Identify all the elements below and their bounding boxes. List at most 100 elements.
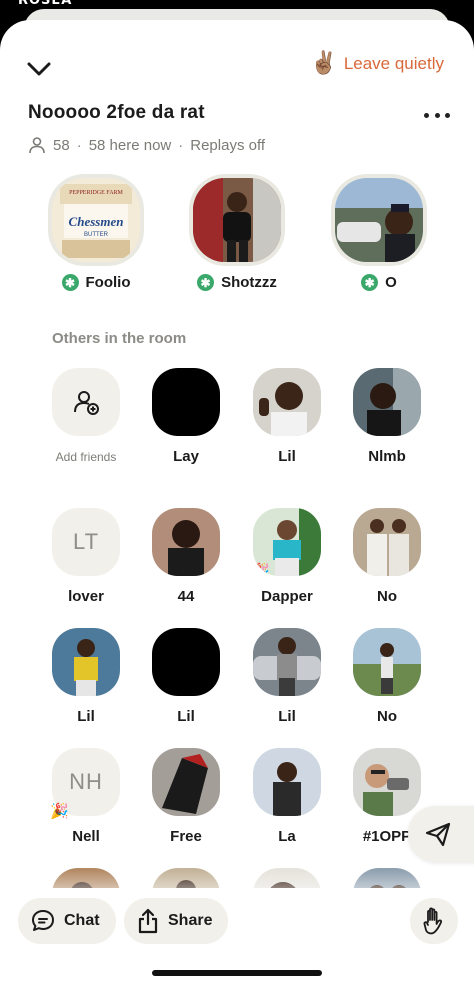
avatar xyxy=(193,178,281,262)
dot xyxy=(445,112,450,118)
member-la[interactable]: La xyxy=(237,748,337,845)
speaker-name-row: ✱ Shotzzz xyxy=(197,274,277,291)
speaker-avatar-ring xyxy=(189,174,285,266)
svg-text:Chessmen: Chessmen xyxy=(69,214,124,229)
chat-button[interactable]: Chat xyxy=(18,898,116,944)
member-44[interactable]: 44 xyxy=(136,508,236,605)
share-icon xyxy=(138,908,158,934)
more-options-button[interactable] xyxy=(424,104,450,126)
room-sheet: ✌🏽 Leave quietly Nooooo 2foe da rat 58 ·… xyxy=(0,20,474,984)
add-person-icon xyxy=(74,391,99,415)
member-name: Add friends xyxy=(55,450,117,464)
member-name: 44 xyxy=(177,588,195,605)
member-name: #1OPP xyxy=(362,828,412,845)
person-icon xyxy=(29,137,45,154)
raise-hand-button[interactable] xyxy=(410,898,458,944)
avatar: NH 🎉 xyxy=(50,748,120,820)
member-lil[interactable]: Lil xyxy=(36,628,136,725)
leave-quietly-label: Leave quietly xyxy=(343,54,444,73)
share-room-button[interactable] xyxy=(408,806,474,862)
home-indicator xyxy=(152,970,322,976)
avatar xyxy=(253,368,321,436)
avatar xyxy=(152,508,220,576)
member-name: No xyxy=(377,588,397,605)
party-popper-icon: 🎉 xyxy=(50,802,69,820)
member-name: Lay xyxy=(173,448,199,465)
member-name: Lil xyxy=(278,448,296,465)
member-no[interactable]: No xyxy=(337,508,437,605)
dot xyxy=(434,112,440,118)
party-popper-icon: 🎉 xyxy=(253,562,270,576)
peace-hand-icon: ✌🏽 xyxy=(310,51,338,76)
speaker-star-icon: ✱ xyxy=(197,274,215,291)
member-nell[interactable]: NH 🎉 Nell xyxy=(36,748,136,845)
member-free[interactable]: Free xyxy=(136,748,236,845)
member-name: Lil xyxy=(77,708,95,725)
member-dapper[interactable]: 🎉 Dapper xyxy=(237,508,337,605)
member-name: Free xyxy=(170,828,202,845)
initials-avatar: LT xyxy=(52,508,120,576)
separator-dot: · xyxy=(76,136,82,154)
speaker-foolio[interactable]: Chessmen BUTTER PEPPERIDGE FARM ✱ Foolio xyxy=(48,174,144,291)
others-in-room-label: Others in the room xyxy=(52,330,187,347)
member-name: Dapper xyxy=(261,588,313,605)
member-name: Nlmb xyxy=(368,448,406,465)
avatar xyxy=(353,628,421,696)
speaker-o[interactable]: ✱ O xyxy=(331,174,427,291)
avatar xyxy=(253,748,321,816)
status-text: ROSEA xyxy=(18,0,73,8)
room-title: Nooooo 2foe da rat xyxy=(28,102,205,123)
collapse-button[interactable] xyxy=(22,56,56,82)
paper-plane-icon xyxy=(425,822,451,847)
speaker-star-icon: ✱ xyxy=(61,274,79,291)
here-now-count: 58 here now xyxy=(88,136,172,154)
raise-hand-icon xyxy=(423,907,443,935)
svg-text:PEPPERIDGE FARM: PEPPERIDGE FARM xyxy=(69,190,123,196)
avatar xyxy=(335,178,423,262)
avatar xyxy=(152,748,220,816)
speaker-name-row: ✱ Foolio xyxy=(61,274,131,291)
avatar xyxy=(353,368,421,436)
avatar: 🎉 xyxy=(253,508,321,576)
chevron-down-icon xyxy=(27,62,51,76)
leave-quietly-button[interactable]: ✌🏽 Leave quietly xyxy=(310,50,444,78)
member-lil[interactable]: Lil xyxy=(237,368,337,465)
avatar xyxy=(253,628,321,696)
dot xyxy=(424,112,429,118)
add-friends-button[interactable]: Add friends xyxy=(36,368,136,464)
member-lover[interactable]: LT lover xyxy=(36,508,136,605)
member-lil[interactable]: Lil xyxy=(237,628,337,725)
member-name: Nell xyxy=(72,828,100,845)
member-name: La xyxy=(278,828,296,845)
avatar xyxy=(52,628,120,696)
speaker-avatar-ring xyxy=(331,174,427,266)
member-count: 58 xyxy=(53,136,70,154)
member-name: Lil xyxy=(177,708,195,725)
speaker-name: O xyxy=(385,274,397,291)
replays-status: Replays off xyxy=(190,136,266,154)
share-button[interactable]: Share xyxy=(124,898,229,944)
member-no[interactable]: No xyxy=(337,628,437,725)
room-meta: 58 · 58 here now · Replays off xyxy=(28,134,265,156)
avatar xyxy=(353,748,421,816)
bottom-action-bar: Chat Share xyxy=(0,888,474,984)
member-lay[interactable]: Lay xyxy=(136,368,236,465)
svg-text:BUTTER: BUTTER xyxy=(84,232,109,238)
member-lil[interactable]: Lil xyxy=(136,628,236,725)
avatar xyxy=(152,628,220,696)
avatar xyxy=(152,368,220,436)
separator-dot: · xyxy=(178,136,184,154)
speaker-star-icon: ✱ xyxy=(361,274,379,291)
share-label: Share xyxy=(168,912,213,929)
speaker-name: Foolio xyxy=(85,274,131,291)
member-name: No xyxy=(377,708,397,725)
speaker-name-row: ✱ O xyxy=(361,274,397,291)
avatar: Chessmen BUTTER PEPPERIDGE FARM xyxy=(52,178,140,262)
member-nlmb[interactable]: Nlmb xyxy=(337,368,437,465)
chat-label: Chat xyxy=(64,912,100,929)
member-name: Lil xyxy=(278,708,296,725)
speaker-avatar-ring: Chessmen BUTTER PEPPERIDGE FARM xyxy=(48,174,144,266)
member-name: lover xyxy=(68,588,104,605)
add-friends-tile xyxy=(52,368,120,436)
speaker-shotzzz[interactable]: ✱ Shotzzz xyxy=(189,174,285,291)
